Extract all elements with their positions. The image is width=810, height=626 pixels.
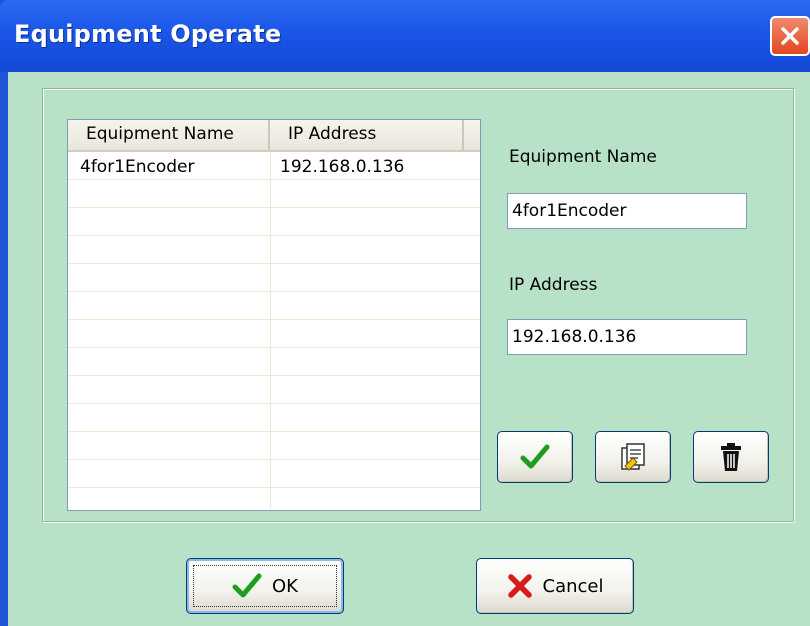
edit-document-icon — [621, 443, 645, 471]
list-rows: 4for1Encoder 192.168.0.136 — [68, 152, 480, 510]
equipment-name-label: Equipment Name — [509, 147, 657, 167]
edit-button[interactable] — [595, 431, 671, 483]
equipment-operate-dialog: Equipment Operate Equipment Name IP Addr… — [0, 0, 810, 626]
empty-row — [68, 180, 480, 208]
equipment-group: Equipment Name IP Address 4for1Encoder 1… — [42, 88, 794, 522]
column-header-ip-address[interactable]: IP Address — [270, 120, 464, 150]
list-header: Equipment Name IP Address — [68, 120, 480, 152]
empty-row — [68, 376, 480, 404]
equipment-name-input[interactable] — [507, 193, 747, 229]
close-button[interactable] — [770, 16, 810, 56]
cancel-button[interactable]: Cancel — [476, 558, 634, 614]
empty-row — [68, 348, 480, 376]
equipment-list[interactable]: Equipment Name IP Address 4for1Encoder 1… — [67, 119, 481, 511]
table-row[interactable]: 4for1Encoder 192.168.0.136 — [68, 152, 480, 180]
empty-row — [68, 320, 480, 348]
focus-ring — [193, 565, 337, 607]
empty-row — [68, 236, 480, 264]
column-header-equipment-name[interactable]: Equipment Name — [68, 120, 270, 150]
empty-row — [68, 460, 480, 488]
confirm-button[interactable] — [497, 431, 573, 483]
empty-row — [68, 264, 480, 292]
cancel-x-icon — [507, 573, 533, 599]
empty-row — [68, 292, 480, 320]
cancel-label: Cancel — [542, 575, 604, 597]
delete-button[interactable] — [693, 431, 769, 483]
empty-row — [68, 432, 480, 460]
window-title: Equipment Operate — [14, 20, 282, 48]
empty-row — [68, 404, 480, 432]
close-icon — [781, 27, 799, 45]
trash-icon — [721, 443, 741, 471]
row-equipment-name: 4for1Encoder — [80, 157, 195, 177]
dialog-client-area: Equipment Name IP Address 4for1Encoder 1… — [8, 72, 810, 626]
ok-button[interactable]: OK — [186, 558, 344, 614]
ip-address-input[interactable] — [507, 319, 747, 355]
title-bar[interactable]: Equipment Operate — [0, 0, 810, 72]
ip-address-label: IP Address — [509, 275, 598, 295]
empty-row — [68, 208, 480, 236]
empty-row — [68, 488, 480, 510]
row-ip-address: 192.168.0.136 — [280, 157, 405, 177]
checkmark-icon — [520, 444, 550, 469]
